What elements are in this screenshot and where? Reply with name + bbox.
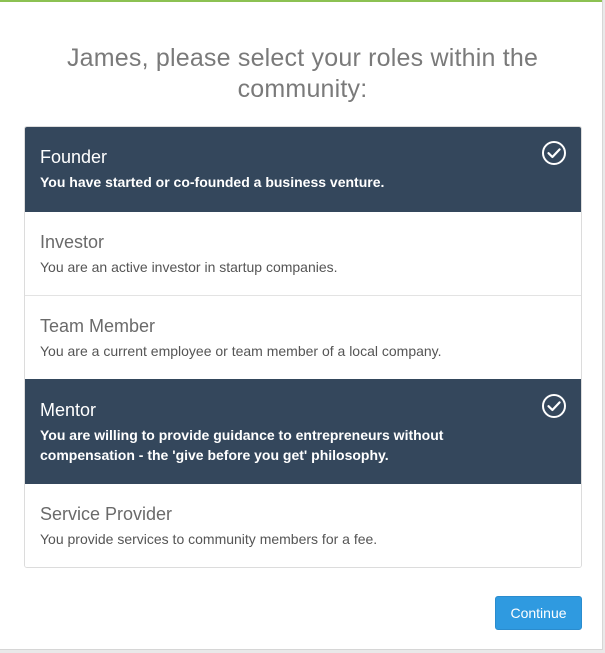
role-option-service-provider[interactable]: Service Provider You provide services to… bbox=[25, 483, 581, 567]
role-title: Investor bbox=[40, 232, 105, 252]
role-list: Founder You have started or co-founded a… bbox=[24, 126, 582, 568]
role-description: You have started or co-founded a busines… bbox=[40, 174, 385, 190]
role-option-team-member[interactable]: Team Member You are a current employee o… bbox=[25, 295, 581, 379]
role-title: Service Provider bbox=[40, 504, 173, 524]
role-description: You are willing to provide guidance to e… bbox=[40, 427, 444, 463]
role-title: Mentor bbox=[40, 400, 97, 420]
role-option-founder[interactable]: Founder You have started or co-founded a… bbox=[25, 127, 581, 211]
role-option-investor[interactable]: Investor You are an active investor in s… bbox=[25, 211, 581, 295]
role-description: You provide services to community member… bbox=[40, 531, 378, 547]
page-title: James, please select your roles within t… bbox=[66, 44, 539, 103]
role-description: You are a current employee or team membe… bbox=[40, 343, 442, 359]
check-circle-icon bbox=[542, 141, 566, 165]
role-title: Team Member bbox=[40, 316, 156, 336]
check-circle-icon bbox=[542, 394, 566, 418]
role-option-mentor[interactable]: Mentor You are willing to provide guidan… bbox=[25, 379, 581, 483]
role-title: Founder bbox=[40, 147, 108, 167]
top-accent-bar bbox=[0, 0, 602, 2]
continue-button[interactable]: Continue bbox=[495, 596, 582, 630]
role-description: You are an active investor in startup co… bbox=[40, 259, 338, 275]
role-selection-dialog: James, please select your roles within t… bbox=[0, 0, 603, 650]
